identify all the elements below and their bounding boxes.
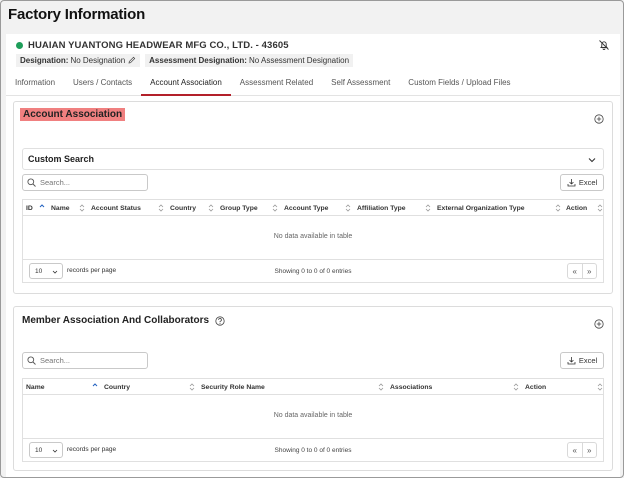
custom-search-panel[interactable]: Custom Search (22, 148, 604, 170)
factory-name: HUAIAN YUANTONG HEADWEAR MFG CO., LTD. -… (28, 40, 289, 51)
member-association-title-row: Member Association And Collaborators (22, 315, 225, 326)
col-action[interactable]: Action (522, 379, 546, 395)
account-association-title: Account Association (20, 108, 126, 121)
tab-assessment-related[interactable]: Assessment Related (231, 72, 322, 96)
prev-page-button[interactable]: « (568, 264, 582, 278)
designation-value: No Designation (70, 55, 126, 65)
account-association-card: Account Association Custom Search E (13, 101, 613, 294)
sort-icon[interactable] (378, 382, 384, 392)
chevron-down-icon[interactable] (587, 155, 597, 165)
col-country[interactable]: Country (101, 379, 130, 395)
sort-icon[interactable] (158, 203, 164, 213)
member-table-body: No data available in table (23, 395, 603, 439)
col-associations[interactable]: Associations (387, 379, 432, 395)
tab-account-association[interactable]: Account Association (141, 72, 231, 96)
col-security-role-name[interactable]: Security Role Name (198, 379, 265, 395)
next-page-button[interactable]: » (581, 443, 597, 457)
table-info: Showing 0 to 0 of 0 entries (274, 268, 352, 275)
app-frame: Factory Information HUAIAN YUANTONG HEAD… (0, 0, 624, 478)
sort-icon[interactable] (597, 203, 603, 213)
notification-off-icon[interactable] (598, 39, 610, 51)
prev-page-button[interactable]: « (568, 443, 582, 457)
account-table-body: No data available in table (23, 216, 603, 260)
designation-chip: Designation: No Designation (16, 53, 141, 67)
col-id[interactable]: ID (23, 200, 33, 216)
col-group-type[interactable]: Group Type (217, 200, 258, 216)
add-circle-icon[interactable] (594, 319, 604, 329)
account-search-input[interactable] (40, 178, 140, 187)
member-table: Name Country Security Role Name Associat… (22, 378, 604, 462)
col-country[interactable]: Country (167, 200, 196, 216)
account-excel-label: Excel (578, 178, 598, 187)
sort-icon[interactable] (425, 203, 431, 213)
sort-icon[interactable] (555, 203, 561, 213)
member-table-footer: 10 records per page Showing 0 to 0 of 0 … (23, 439, 603, 461)
account-table: ID Name Account Status Country Group Typ… (22, 199, 604, 283)
next-page-button[interactable]: » (581, 264, 597, 278)
sort-icon[interactable] (345, 203, 351, 213)
designation-label: Designation: (20, 55, 69, 65)
help-icon[interactable] (215, 315, 225, 326)
tab-bar: Information Users / Contacts Account Ass… (6, 72, 620, 96)
tab-self-assessment[interactable]: Self Assessment (322, 72, 399, 96)
member-search-input[interactable] (40, 356, 140, 365)
member-association-title: Member Association And Collaborators (22, 315, 210, 326)
sort-icon[interactable] (597, 382, 603, 392)
sort-icon[interactable] (513, 382, 519, 392)
download-icon (567, 179, 576, 187)
sort-icon[interactable] (208, 203, 214, 213)
assessment-designation-chip: Assessment Designation: No Assessment De… (145, 53, 354, 67)
col-account-status[interactable]: Account Status (88, 200, 141, 216)
pagination: « » (567, 442, 597, 458)
member-search-box (22, 352, 148, 369)
account-table-footer: 10 records per page Showing 0 to 0 of 0 … (23, 260, 603, 282)
factory-header: HUAIAN YUANTONG HEADWEAR MFG CO., LTD. -… (6, 34, 620, 96)
col-affiliation-type[interactable]: Affiliation Type (354, 200, 406, 216)
assessment-designation-label: Assessment Designation: (149, 55, 247, 65)
account-excel-button[interactable]: Excel (560, 174, 604, 191)
empty-message: No data available in table (273, 412, 353, 419)
member-excel-label: Excel (578, 356, 598, 365)
sort-asc-icon[interactable] (92, 382, 98, 392)
sort-icon[interactable] (189, 382, 195, 392)
page-title: Factory Information (8, 6, 146, 23)
member-table-header: Name Country Security Role Name Associat… (23, 379, 603, 395)
col-external-organization-type[interactable]: External Organization Type (434, 200, 525, 216)
sort-asc-icon[interactable] (39, 203, 45, 213)
search-icon (27, 178, 36, 187)
download-icon (567, 357, 576, 365)
account-table-header: ID Name Account Status Country Group Typ… (23, 200, 603, 216)
empty-message: No data available in table (273, 233, 353, 240)
add-circle-icon[interactable] (594, 114, 604, 124)
search-icon (27, 356, 36, 365)
edit-pencil-icon[interactable] (128, 56, 136, 64)
custom-search-label: Custom Search (28, 154, 95, 164)
table-info: Showing 0 to 0 of 0 entries (274, 447, 352, 454)
sort-icon[interactable] (79, 203, 85, 213)
assessment-designation-value: No Assessment Designation (248, 55, 350, 65)
designation-row: Designation: No Designation Assessment D… (16, 53, 358, 67)
col-account-type[interactable]: Account Type (281, 200, 328, 216)
status-dot-icon (16, 42, 23, 49)
member-excel-button[interactable]: Excel (560, 352, 604, 369)
col-name[interactable]: Name (48, 200, 70, 216)
col-name[interactable]: Name (23, 379, 45, 395)
tab-information[interactable]: Information (6, 72, 64, 96)
tab-custom-fields-upload-files[interactable]: Custom Fields / Upload Files (399, 72, 519, 96)
pagination: « » (567, 263, 597, 279)
tab-users-contacts[interactable]: Users / Contacts (64, 72, 141, 96)
col-action[interactable]: Action (563, 200, 587, 216)
account-search-box (22, 174, 148, 191)
member-association-card: Member Association And Collaborators Sea… (13, 306, 613, 471)
sort-icon[interactable] (272, 203, 278, 213)
